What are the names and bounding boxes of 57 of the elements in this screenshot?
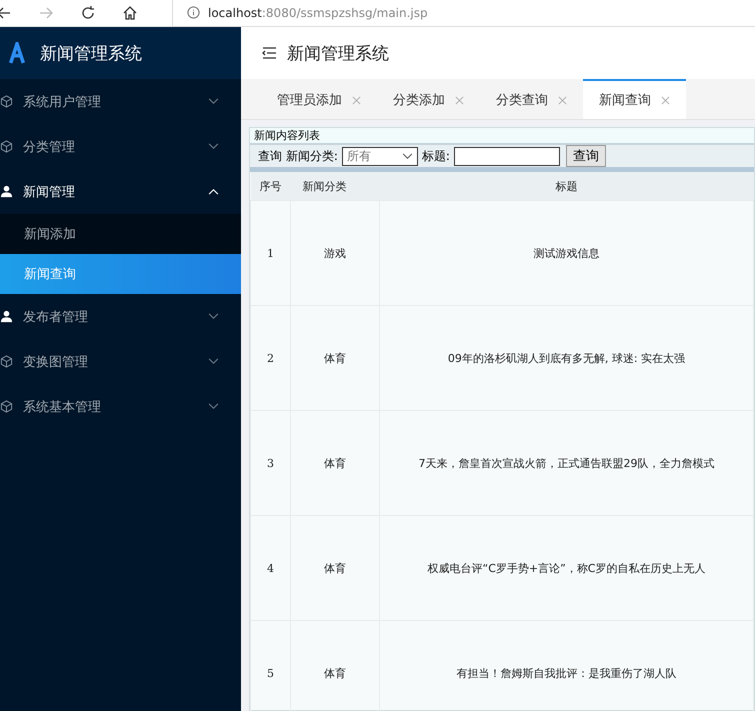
user-icon bbox=[0, 185, 13, 198]
search-button[interactable]: 查询 bbox=[566, 145, 606, 167]
table-cell: 5 bbox=[267, 666, 274, 680]
title-input[interactable] bbox=[454, 146, 560, 166]
table-cell: 游戏 bbox=[324, 246, 346, 260]
table-cell: 体育 bbox=[324, 352, 346, 364]
table-cell: 体育 bbox=[324, 456, 346, 470]
home-icon[interactable] bbox=[122, 5, 138, 21]
cube-icon bbox=[0, 140, 13, 153]
table-cell: 有担当！詹姆斯自我批评：是我重伤了湖人队 bbox=[456, 666, 676, 680]
sidebar-submenu-item[interactable]: 新闻添加 bbox=[0, 214, 241, 254]
tab[interactable]: 分类查询 bbox=[480, 79, 583, 119]
chevron-icon bbox=[208, 358, 219, 365]
logo-icon bbox=[8, 42, 26, 64]
chevron-icon bbox=[208, 188, 219, 195]
chevron-icon bbox=[208, 403, 219, 410]
chevron-icon bbox=[208, 143, 219, 150]
sidebar-menu-item[interactable]: 发布者管理 bbox=[0, 294, 241, 339]
app-title: 新闻管理系统 bbox=[40, 42, 142, 64]
column-header: 新闻分类 bbox=[290, 172, 380, 200]
table-cell: 1 bbox=[267, 246, 274, 260]
caret-icon bbox=[402, 152, 413, 160]
user-icon bbox=[0, 310, 13, 323]
table-cell: 测试游戏信息 bbox=[534, 246, 600, 260]
menu-icon[interactable] bbox=[261, 46, 277, 60]
table-cell: 7天来，詹皇首次宣战火箭，正式通告联盟29队，全力詹模式 bbox=[418, 456, 714, 470]
sidebar-menu-item[interactable]: 新闻管理 bbox=[0, 169, 241, 214]
cube-icon bbox=[0, 95, 13, 108]
refresh-icon[interactable] bbox=[80, 5, 96, 21]
table-cell: 4 bbox=[267, 562, 274, 574]
chevron-icon bbox=[208, 313, 219, 320]
sidebar-menu-item[interactable]: 分类管理 bbox=[0, 124, 241, 169]
sidebar-menu-item[interactable]: 系统用户管理 bbox=[0, 79, 241, 124]
info-icon bbox=[187, 6, 200, 19]
table-cell: 2 bbox=[267, 352, 274, 364]
table-cell: 09年的洛杉矶湖人到底有多无解, 球迷: 实在太强 bbox=[448, 352, 686, 364]
table-cell: 3 bbox=[267, 456, 274, 470]
category-dropdown[interactable]: 所有 bbox=[342, 146, 418, 166]
column-header: 序号 bbox=[250, 172, 290, 200]
sidebar-menu-item[interactable]: 系统基本管理 bbox=[0, 384, 241, 429]
page-title: 新闻管理系统 bbox=[287, 42, 389, 64]
tab[interactable]: 新闻查询 bbox=[583, 79, 686, 119]
tab[interactable]: 管理员添加 bbox=[261, 79, 377, 119]
cube-icon bbox=[0, 355, 13, 368]
sidebar-menu-item[interactable]: 变换图管理 bbox=[0, 339, 241, 384]
panel-title: 新闻内容列表 bbox=[250, 128, 754, 145]
table-cell: 体育 bbox=[324, 562, 346, 574]
tab[interactable]: 分类添加 bbox=[377, 79, 480, 119]
url-text: localhost:8080/ssmspzshsg/main.jsp bbox=[208, 6, 428, 20]
cube-icon bbox=[0, 400, 13, 413]
title-label: 标题: bbox=[422, 148, 450, 164]
table-cell: 体育 bbox=[324, 666, 346, 680]
category-label: 查询 新闻分类: bbox=[258, 148, 338, 164]
back-icon[interactable] bbox=[0, 5, 12, 21]
table-cell: 权威电台评“C罗手势+言论”，称C罗的自私在历史上无人 bbox=[428, 562, 706, 574]
chevron-icon bbox=[208, 98, 219, 105]
column-header: 标题 bbox=[380, 172, 754, 200]
